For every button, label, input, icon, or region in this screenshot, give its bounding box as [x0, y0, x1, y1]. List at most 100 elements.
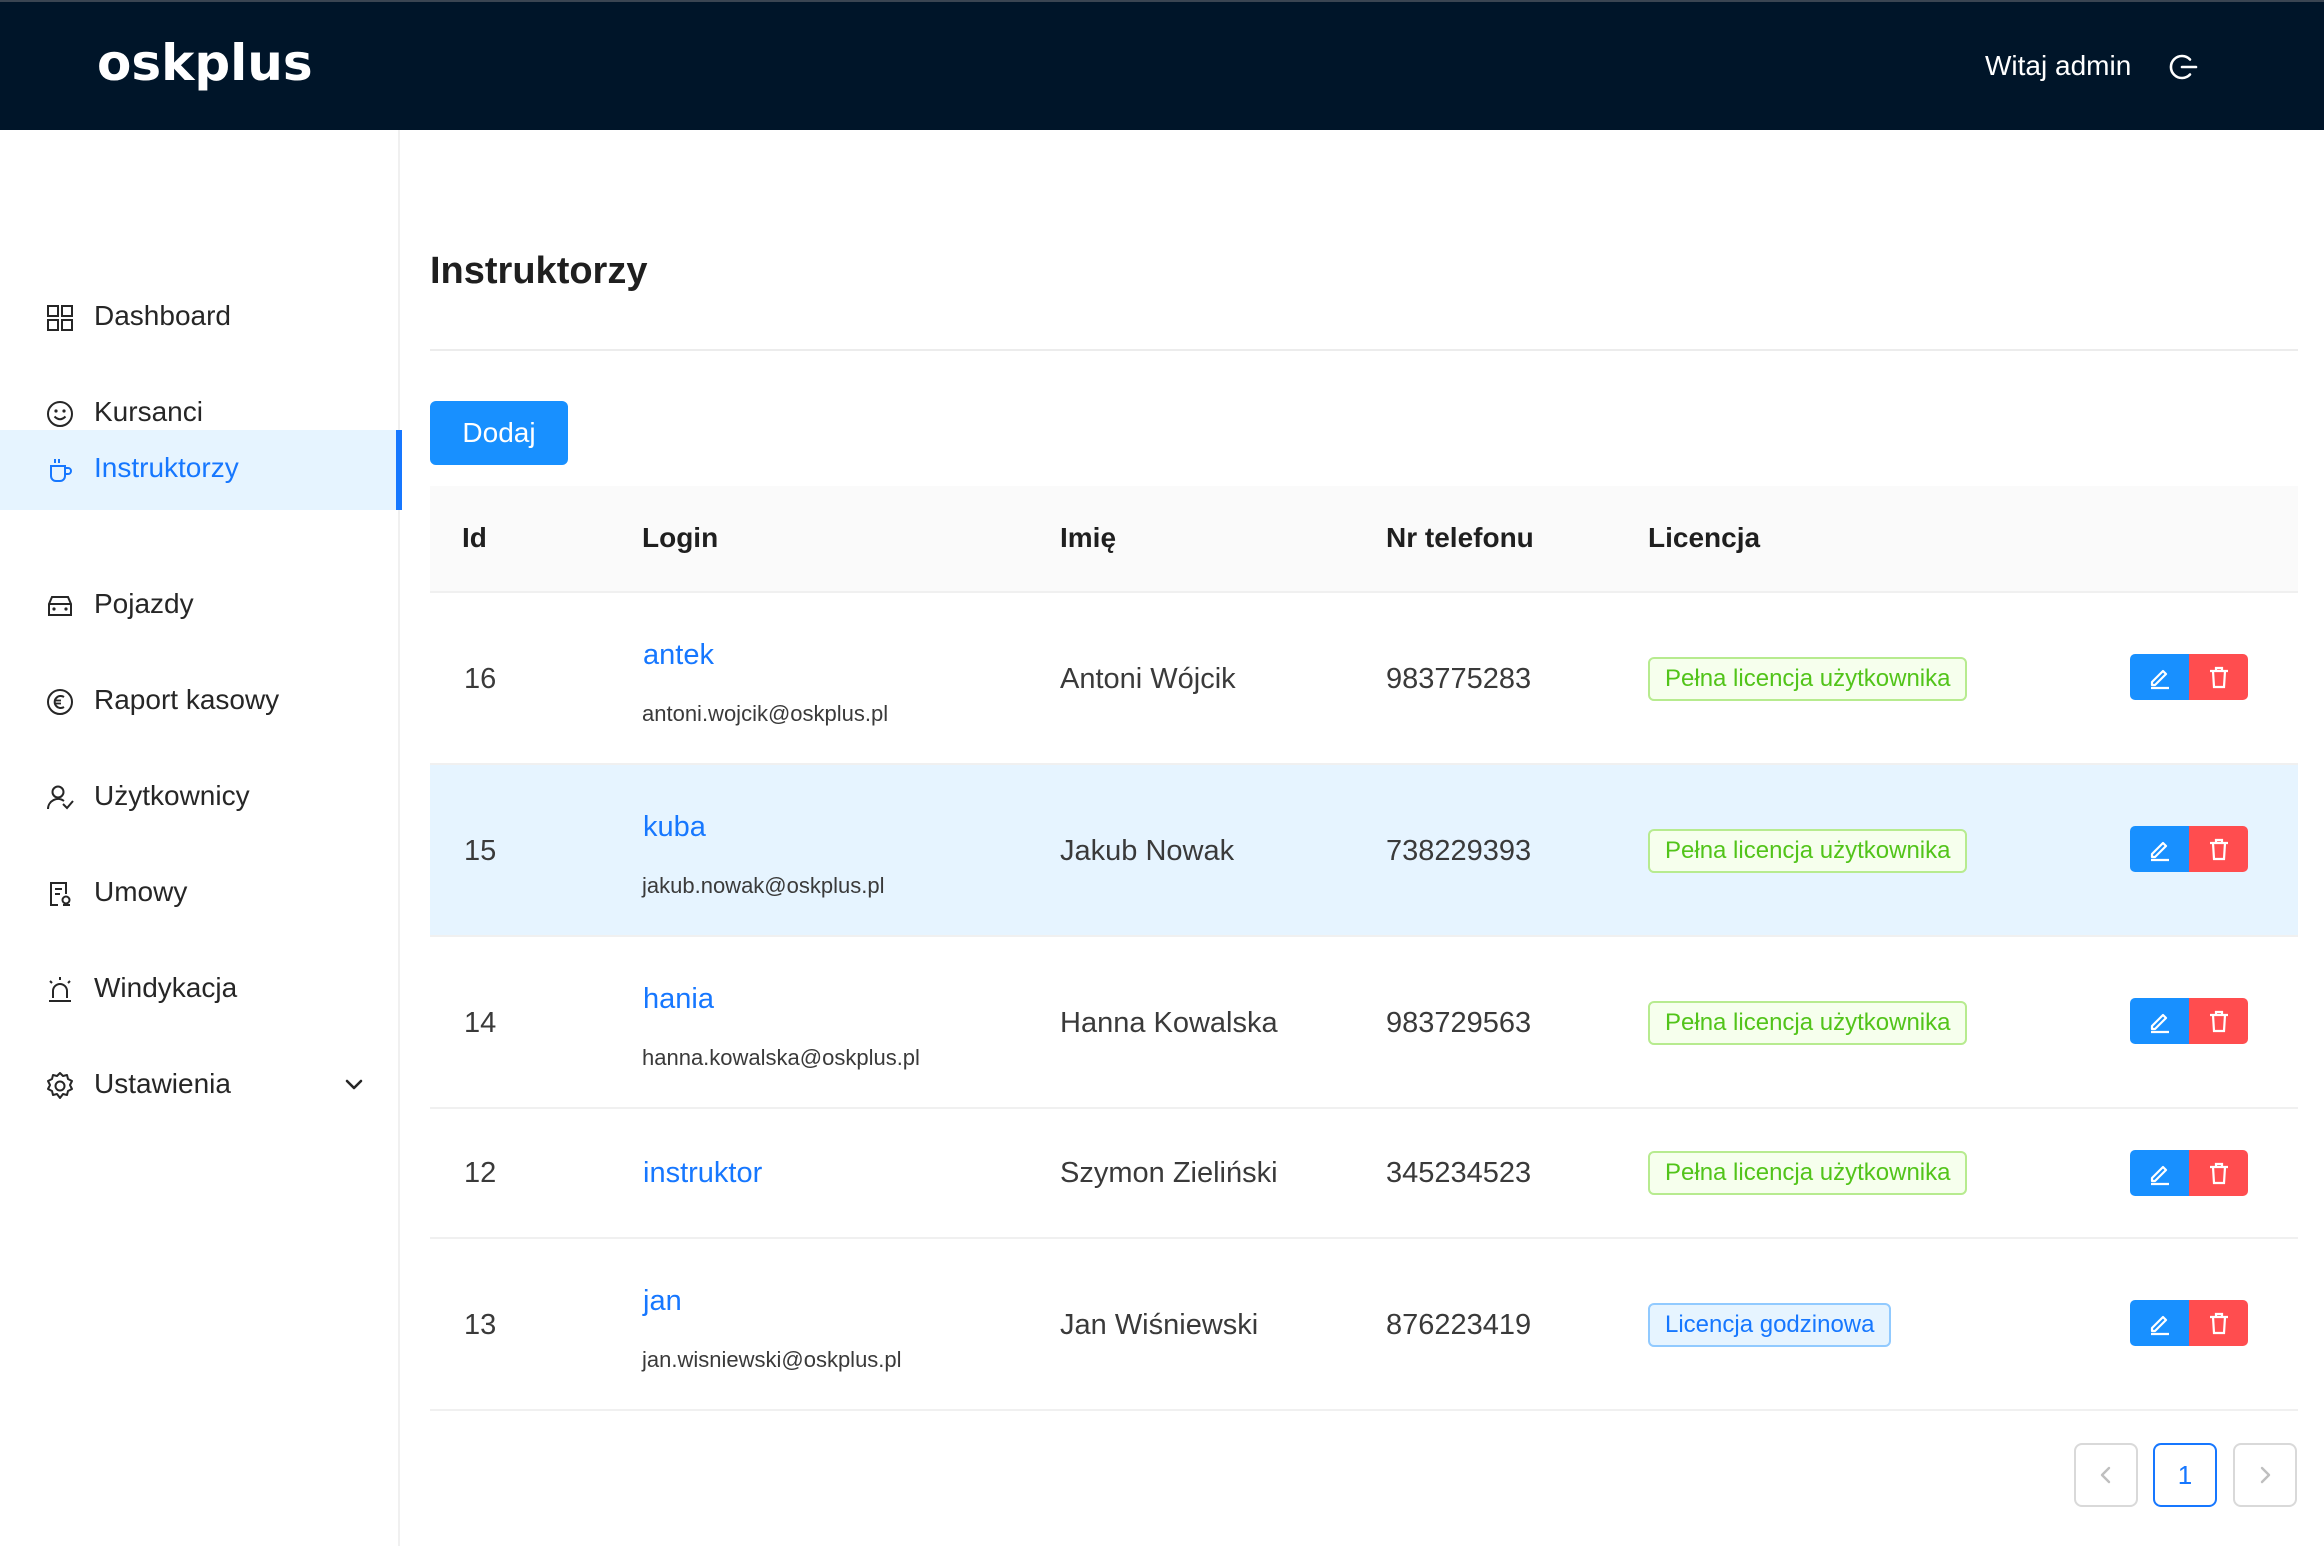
edit-button[interactable]: [2130, 1150, 2189, 1196]
table-row[interactable]: 12 instruktor Szymon Zieliński 345234523…: [430, 1109, 2298, 1239]
row-actions: [2130, 654, 2248, 700]
trash-icon: [2209, 666, 2228, 689]
table-header: Id Login Imię Nr telefonu Licencja: [430, 486, 2298, 593]
edit-icon: [2150, 841, 2169, 862]
sidebar-item-pojazdy[interactable]: Pojazdy: [0, 566, 400, 646]
table-row[interactable]: 13 jan jan.wisniewski@oskplus.pl Jan Wiś…: [430, 1239, 2298, 1411]
cell-id: 14: [464, 1007, 497, 1039]
cell-email: jan.wisniewski@oskplus.pl: [642, 1347, 902, 1372]
sidebar-item-umowy[interactable]: Umowy: [0, 854, 400, 934]
cell-email: hanna.kowalska@oskplus.pl: [642, 1045, 920, 1070]
cell-name: Antoni Wójcik: [1060, 663, 1236, 695]
cell-phone: 876223419: [1386, 1309, 1532, 1341]
cell-login-link[interactable]: kuba: [643, 811, 706, 844]
cell-email: antoni.wojcik@oskplus.pl: [642, 701, 889, 726]
cell-login-link[interactable]: hania: [643, 983, 714, 1016]
alert-icon: [49, 977, 71, 1002]
sidebar-menu: Dashboard Kursanci Instruktorzy Pojazdy: [0, 130, 402, 1546]
delete-button[interactable]: [2189, 654, 2248, 700]
delete-button[interactable]: [2189, 826, 2248, 872]
chevron-left-icon: [2100, 1466, 2111, 1484]
cell-phone: 983775283: [1386, 663, 1532, 695]
edit-button[interactable]: [2130, 826, 2189, 872]
pagination-prev-button[interactable]: [2074, 1443, 2138, 1507]
user-greeting: Witaj admin: [1985, 50, 2132, 81]
table-row[interactable]: 14 hania hanna.kowalska@oskplus.pl Hanna…: [430, 937, 2298, 1109]
cell-id: 12: [464, 1157, 497, 1189]
delete-button[interactable]: [2189, 998, 2248, 1044]
column-header-phone: Nr telefonu: [1386, 522, 1534, 553]
settings-icon: [47, 1072, 73, 1099]
sidebar-item-ustawienia[interactable]: Ustawienia: [0, 1046, 400, 1126]
sidebar-item-uzytkownicy[interactable]: Użytkownicy: [0, 758, 400, 838]
chevron-down-icon[interactable]: [342, 1072, 366, 1096]
sidebar-item-label: Raport kasowy: [94, 684, 280, 715]
pagination-next-button[interactable]: [2233, 1443, 2297, 1507]
top-header: oskplus Witaj admin: [0, 0, 2324, 130]
edit-icon: [2150, 669, 2169, 690]
column-header-name: Imię: [1060, 522, 1117, 553]
license-badge: Pełna licencja użytkownika: [1648, 657, 1968, 701]
sidebar-item-label: Pojazdy: [94, 588, 194, 619]
edit-icon: [2150, 1165, 2169, 1186]
pagination-page-1[interactable]: 1: [2153, 1443, 2217, 1507]
column-header-license: Licencja: [1648, 522, 1761, 553]
sidebar-item-label: Umowy: [94, 876, 188, 907]
smile-icon: [47, 401, 73, 427]
cell-id: 16: [464, 663, 497, 695]
table-row[interactable]: 16 antek antoni.wojcik@oskplus.pl Antoni…: [430, 593, 2298, 765]
edit-icon: [2150, 1013, 2169, 1034]
cell-id: 15: [464, 835, 497, 867]
cell-phone: 983729563: [1386, 1007, 1532, 1039]
trash-icon: [2209, 838, 2228, 861]
sidebar-item-label: Instruktorzy: [94, 452, 239, 483]
cell-phone: 738229393: [1386, 835, 1532, 867]
cell-name: Jan Wiśniewski: [1060, 1309, 1259, 1341]
cell-id: 13: [464, 1309, 497, 1341]
table-row[interactable]: 15 kuba jakub.nowak@oskplus.pl Jakub Now…: [430, 765, 2298, 937]
delete-button[interactable]: [2189, 1150, 2248, 1196]
delete-button[interactable]: [2189, 1300, 2248, 1346]
app-logo[interactable]: oskplus: [97, 34, 313, 92]
license-badge: Pełna licencja użytkownika: [1648, 829, 1968, 873]
sidebar-item-label: Kursanci: [94, 396, 203, 427]
dashboard-icon: [47, 305, 73, 331]
logout-icon[interactable]: [2166, 50, 2200, 84]
sidebar-item-raport-kasowy[interactable]: Raport kasowy: [0, 662, 400, 742]
row-actions: [2130, 826, 2248, 872]
sidebar-item-label: Ustawienia: [94, 1068, 231, 1099]
row-actions: [2130, 1300, 2248, 1346]
sidebar-item-label: Windykacja: [94, 972, 238, 1003]
euro-icon: [47, 689, 73, 715]
sidebar-item-dashboard[interactable]: Dashboard: [0, 278, 400, 358]
column-header-id: Id: [462, 522, 487, 553]
edit-button[interactable]: [2130, 998, 2189, 1044]
edit-button[interactable]: [2130, 654, 2189, 700]
license-badge: Licencja godzinowa: [1648, 1303, 1892, 1347]
contract-icon: [50, 882, 71, 906]
sidebar-item-label: Dashboard: [94, 300, 231, 331]
sidebar-item-windykacja[interactable]: Windykacja: [0, 950, 400, 1030]
row-actions: [2130, 1150, 2248, 1196]
page-title: Instruktorzy: [430, 250, 648, 292]
cell-login-link[interactable]: instruktor: [643, 1157, 762, 1190]
chevron-right-icon: [2260, 1466, 2271, 1484]
sidebar-item-label: Użytkownicy: [94, 780, 250, 811]
cell-login-link[interactable]: antek: [643, 639, 714, 672]
sidebar-item-instruktorzy[interactable]: Instruktorzy: [0, 430, 402, 510]
row-actions: [2130, 998, 2248, 1044]
license-badge: Pełna licencja użytkownika: [1648, 1001, 1968, 1045]
license-badge: Pełna licencja użytkownika: [1648, 1151, 1968, 1195]
car-icon: [48, 596, 72, 616]
coffee-icon: [50, 459, 72, 482]
cell-login-link[interactable]: jan: [643, 1285, 682, 1318]
cell-phone: 345234523: [1386, 1157, 1532, 1189]
trash-icon: [2209, 1312, 2228, 1335]
add-instructor-button[interactable]: Dodaj: [430, 401, 568, 465]
trash-icon: [2209, 1010, 2228, 1033]
title-divider: [430, 349, 2298, 351]
trash-icon: [2209, 1162, 2228, 1185]
column-header-login: Login: [642, 522, 719, 553]
edit-button[interactable]: [2130, 1300, 2189, 1346]
edit-icon: [2150, 1315, 2169, 1336]
